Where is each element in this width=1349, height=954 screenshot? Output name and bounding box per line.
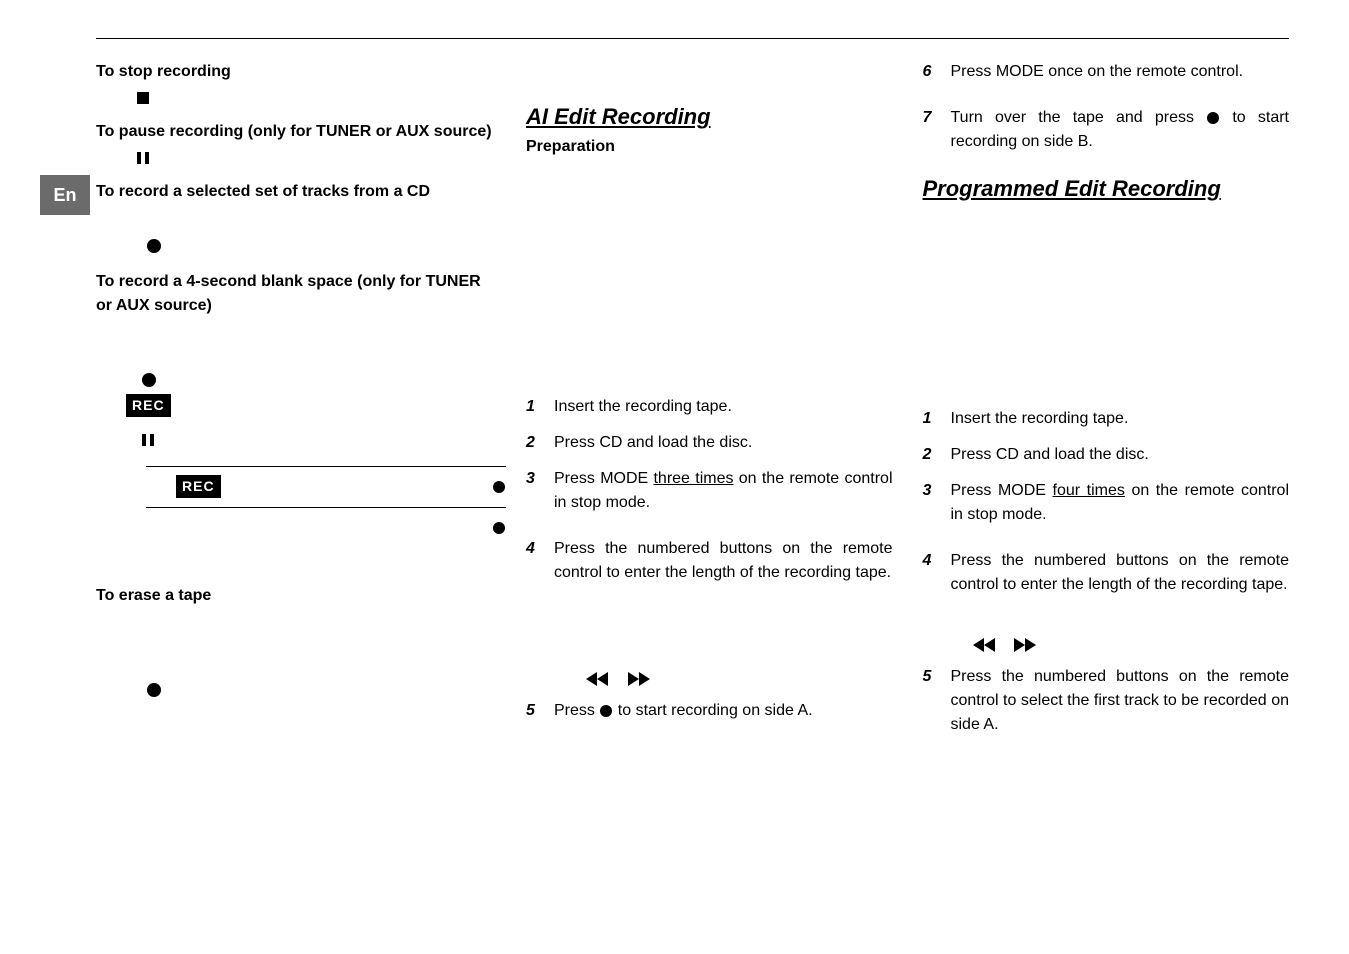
fast-forward-icon: [628, 672, 652, 686]
step-5b: 5 Press the numbered buttons on the remo…: [923, 665, 1290, 737]
step-number: 5: [526, 699, 544, 723]
stop-icon: [136, 91, 150, 105]
record-icon: [599, 704, 613, 718]
heading-erase-tape: To erase a tape: [96, 584, 496, 608]
step-text: Press CD and load the disc.: [951, 443, 1149, 467]
step-number: 4: [923, 549, 941, 597]
step-number: 3: [923, 479, 941, 527]
rewind-icon: [586, 672, 610, 686]
step-text: Insert the recording tape.: [951, 407, 1129, 431]
step-text: Press to start recording on side A.: [554, 699, 813, 723]
step-6: 6 Press MODE once on the remote control.: [923, 60, 1290, 84]
top-rule: [96, 38, 1289, 39]
column-3: 6 Press MODE once on the remote control.…: [923, 40, 1290, 749]
language-tab: En: [40, 175, 90, 215]
pause-icon: [141, 433, 155, 447]
step-text: Press the numbered buttons on the remote…: [554, 537, 893, 585]
step-number: 2: [526, 431, 544, 455]
step-number: 1: [526, 395, 544, 419]
step-7: 7 Turn over the tape and press to start …: [923, 106, 1290, 154]
record-icon: [141, 372, 157, 388]
pause-icon: [136, 151, 150, 165]
record-icon: [1206, 111, 1220, 125]
rec-indicator: REC: [126, 394, 171, 417]
record-icon: [492, 521, 506, 535]
step-text: Insert the recording tape.: [554, 395, 732, 419]
step-1: 1 Insert the recording tape.: [526, 395, 893, 419]
heading-stop-recording: To stop recording: [96, 60, 496, 84]
fast-forward-icon: [1014, 638, 1038, 652]
step-number: 3: [526, 467, 544, 515]
heading-programmed-edit: Programmed Edit Recording: [923, 172, 1290, 205]
step-4b: 4 Press the numbered buttons on the remo…: [923, 549, 1290, 597]
heading-record-selected-tracks: To record a selected set of tracks from …: [96, 180, 496, 204]
step-text: Press MODE once on the remote control.: [951, 60, 1244, 84]
heading-ai-edit: AI Edit Recording: [526, 100, 893, 133]
step-text: Press CD and load the disc.: [554, 431, 752, 455]
divider: [146, 466, 506, 467]
rewind-icon: [973, 638, 997, 652]
column-1: To stop recording To pause recording (on…: [96, 40, 496, 749]
step-number: 1: [923, 407, 941, 431]
rec-indicator: REC: [176, 475, 221, 498]
step-number: 4: [526, 537, 544, 585]
step-3: 3 Press MODE three times on the remote c…: [526, 467, 893, 515]
step-5: 5 Press to start recording on side A.: [526, 699, 893, 723]
step-text: Press MODE three times on the remote con…: [554, 467, 893, 515]
step-number: 7: [923, 106, 941, 154]
record-icon: [492, 480, 506, 494]
step-4: 4 Press the numbered buttons on the remo…: [526, 537, 893, 585]
step-1b: 1 Insert the recording tape.: [923, 407, 1290, 431]
heading-pause-recording: To pause recording (only for TUNER or AU…: [96, 120, 496, 144]
step-2: 2 Press CD and load the disc.: [526, 431, 893, 455]
record-icon: [146, 682, 162, 698]
step-text: Press MODE four times on the remote cont…: [951, 479, 1290, 527]
step-number: 2: [923, 443, 941, 467]
column-2: AI Edit Recording Preparation 1 Insert t…: [526, 40, 893, 749]
step-3b: 3 Press MODE four times on the remote co…: [923, 479, 1290, 527]
step-text: Press the numbered buttons on the remote…: [951, 549, 1290, 597]
record-icon: [146, 238, 162, 254]
divider: [146, 507, 506, 508]
step-text: Press the numbered buttons on the remote…: [951, 665, 1290, 737]
heading-preparation: Preparation: [526, 135, 893, 159]
step-2b: 2 Press CD and load the disc.: [923, 443, 1290, 467]
step-text: Turn over the tape and press to start re…: [951, 106, 1290, 154]
step-number: 5: [923, 665, 941, 737]
step-number: 6: [923, 60, 941, 84]
heading-blank-space: To record a 4-second blank space (only f…: [96, 270, 496, 318]
